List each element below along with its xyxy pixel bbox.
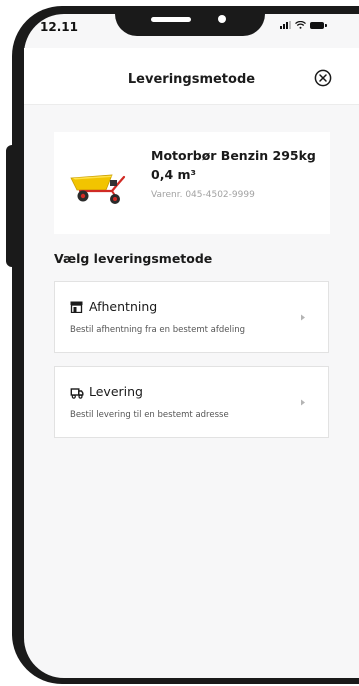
speaker-grille: [151, 17, 191, 22]
store-icon: [70, 301, 83, 313]
section-title: Vælg leveringsmetode: [54, 251, 213, 266]
battery-icon: [310, 21, 327, 29]
status-icons: [280, 21, 327, 29]
chevron-right-icon: [301, 399, 305, 406]
option-description: Bestil levering til en bestemt adresse: [70, 410, 229, 420]
phone-notch: [115, 6, 265, 36]
wifi-icon: [295, 21, 306, 29]
product-card: Motorbør Benzin 295kg 0,4 m³ Varenr. 045…: [54, 132, 330, 234]
option-title: Levering: [89, 384, 143, 399]
product-name: Motorbør Benzin 295kg 0,4 m³: [151, 148, 316, 182]
option-description: Bestil afhentning fra en bestemt afdelin…: [70, 325, 245, 335]
close-icon[interactable]: [314, 69, 332, 87]
delivery-option-pickup[interactable]: Afhentning Bestil afhentning fra en best…: [54, 281, 329, 353]
delivery-option-delivery[interactable]: Levering Bestil levering til en bestemt …: [54, 366, 329, 438]
front-camera: [218, 15, 226, 23]
truck-icon: [70, 388, 84, 399]
product-sku: Varenr. 045-4502-9999: [151, 190, 255, 200]
status-time: 12.11: [40, 20, 78, 34]
chevron-right-icon: [301, 314, 305, 321]
page-title: Leveringsmetode: [127, 72, 256, 87]
app-header: Leveringsmetode: [24, 48, 359, 105]
signal-icon: [280, 21, 291, 29]
wheelbarrow-image: [70, 174, 126, 204]
option-title: Afhentning: [89, 299, 158, 314]
